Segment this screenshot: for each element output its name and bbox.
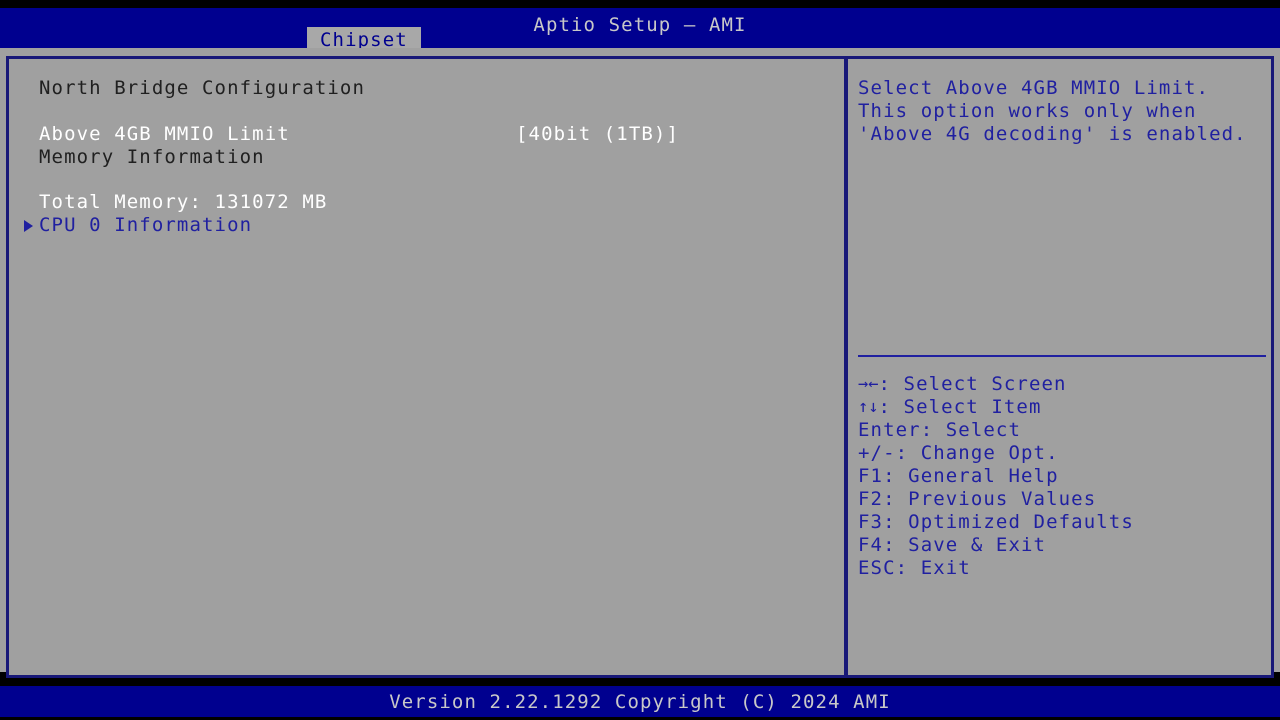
help-separator <box>858 355 1266 357</box>
key-hint-save-exit: F4: Save & Exit <box>858 533 1046 556</box>
key-hint-label: F2: Previous Values <box>858 488 1096 510</box>
help-text-line: This option works only when <box>858 99 1197 122</box>
key-hint-esc-exit: ESC: Exit <box>858 556 971 579</box>
panel-divider <box>844 56 848 678</box>
version-text: Version 2.22.1292 Copyright (C) 2024 AMI <box>0 691 1280 713</box>
key-hint-label: : Select Screen <box>878 373 1066 395</box>
arrow-up-down-icon: ↑↓ <box>858 397 878 417</box>
key-hint-previous-values: F2: Previous Values <box>858 487 1096 510</box>
key-hint-label: F4: Save & Exit <box>858 534 1046 556</box>
key-hint-enter-select: Enter: Select <box>858 418 1021 441</box>
key-hint-label: +/-: Change Opt. <box>858 442 1059 464</box>
key-hint-optimized-defaults: F3: Optimized Defaults <box>858 510 1134 533</box>
key-hint-select-screen: →←: Select Screen <box>858 372 1067 395</box>
footer-bar: Version 2.22.1292 Copyright (C) 2024 AMI <box>0 686 1280 717</box>
key-hint-general-help: F1: General Help <box>858 464 1059 487</box>
setting-label: Memory Information <box>39 145 265 168</box>
setting-label: Total Memory: 131072 MB <box>39 190 327 213</box>
help-text-line: Select Above 4GB MMIO Limit. <box>858 76 1209 99</box>
help-pane: Select Above 4GB MMIO Limit. This option… <box>856 62 1268 672</box>
settings-pane: North Bridge Configuration Above 4GB MMI… <box>12 62 842 672</box>
key-hint-label: ESC: Exit <box>858 557 971 579</box>
key-hint-label: F3: Optimized Defaults <box>858 511 1134 533</box>
bios-setup-screen: Aptio Setup – AMI Chipset North Bridge C… <box>0 0 1280 720</box>
key-hint-label: F1: General Help <box>858 465 1059 487</box>
arrow-left-right-icon: →← <box>858 374 878 394</box>
submenu-arrow-icon <box>24 220 33 232</box>
key-hint-change-opt: +/-: Change Opt. <box>858 441 1059 464</box>
key-hint-label: : Select Item <box>878 396 1041 418</box>
help-text-line: 'Above 4G decoding' is enabled. <box>858 122 1247 145</box>
setting-value[interactable]: [40bit (1TB)] <box>516 122 679 145</box>
section-heading: North Bridge Configuration <box>39 76 365 99</box>
setting-label: Above 4GB MMIO Limit <box>39 122 290 145</box>
key-hint-select-item: ↑↓: Select Item <box>858 395 1042 418</box>
key-hint-label: Enter: Select <box>858 419 1021 441</box>
setting-label[interactable]: CPU 0 Information <box>39 213 252 236</box>
